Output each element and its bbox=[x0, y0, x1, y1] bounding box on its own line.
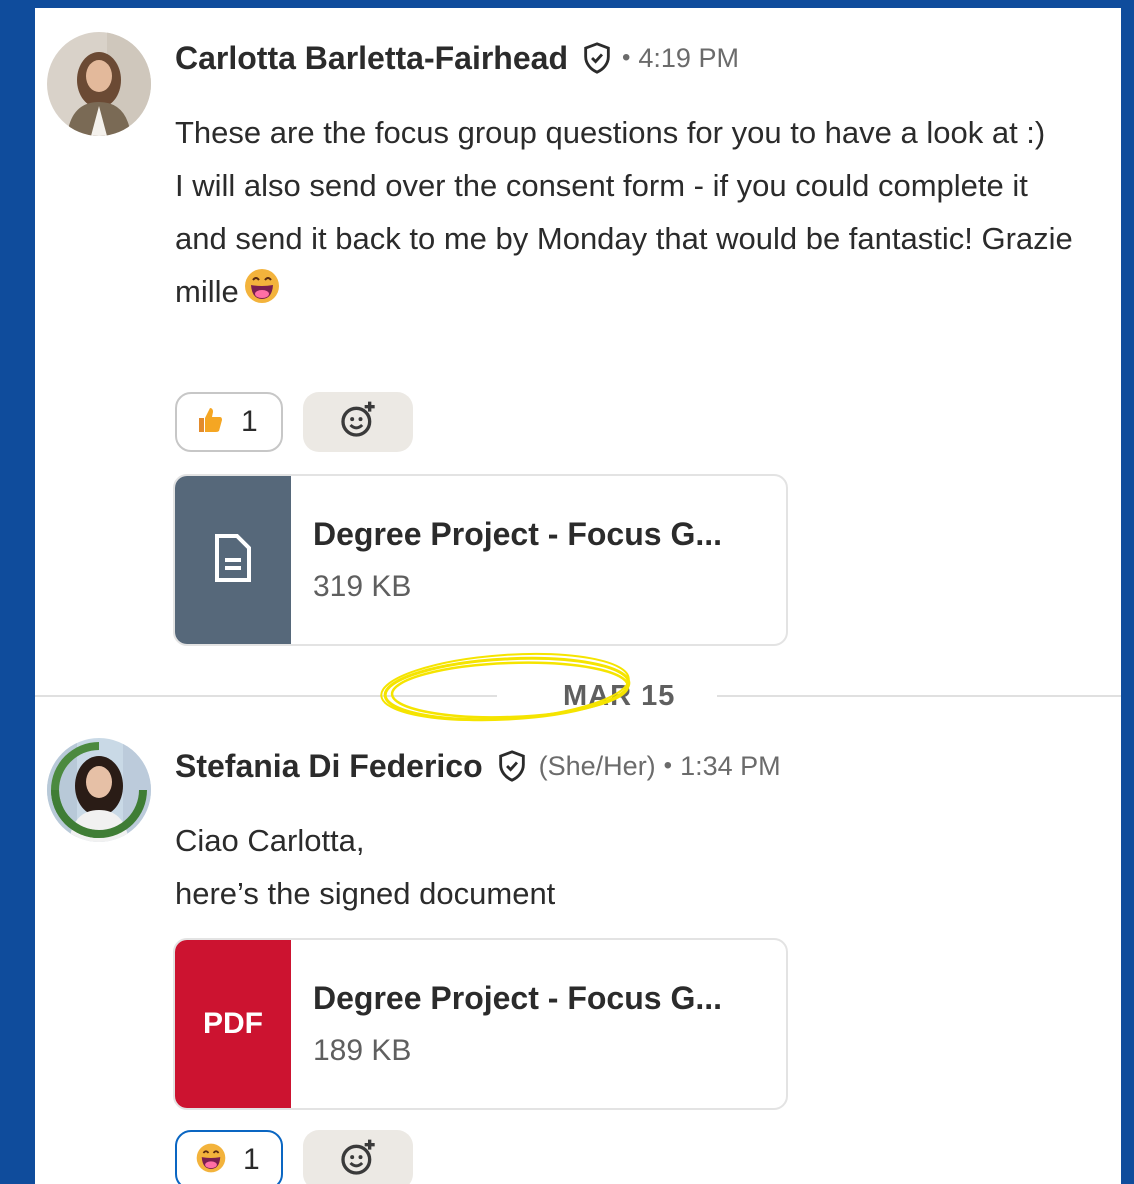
divider-line-right bbox=[717, 695, 1121, 697]
file-name: Degree Project - Focus G... bbox=[313, 980, 722, 1016]
grinning-face-emoji bbox=[195, 1142, 227, 1179]
message-paragraph: I will also send over the consent form -… bbox=[175, 159, 1075, 321]
add-reaction-button[interactable] bbox=[303, 1130, 413, 1184]
file-attachment-card[interactable]: PDF Degree Project - Focus G... 189 KB bbox=[173, 938, 788, 1110]
pdf-icon: PDF bbox=[203, 1007, 263, 1040]
document-icon bbox=[213, 533, 253, 587]
avatar-carlotta[interactable] bbox=[47, 32, 151, 136]
pronouns: (She/Her) bbox=[538, 750, 656, 781]
add-reaction-icon bbox=[338, 400, 378, 445]
message-time: 1:34 PM bbox=[680, 750, 781, 781]
separator-dot: • bbox=[621, 44, 631, 71]
reaction-grinning-face[interactable]: 1 bbox=[175, 1130, 283, 1184]
document-thumbnail bbox=[175, 476, 291, 644]
reaction-count: 1 bbox=[243, 1143, 260, 1176]
thumbs-up-emoji bbox=[195, 405, 225, 440]
message-paragraph: These are the focus group questions for … bbox=[175, 115, 1046, 150]
message-paragraph: Ciao Carlotta, bbox=[175, 823, 365, 858]
message-body: Ciao Carlotta, here’s the signed documen… bbox=[175, 814, 1075, 920]
separator-dot: • bbox=[663, 752, 673, 779]
message-paragraph: here’s the signed document bbox=[175, 876, 556, 911]
verified-shield-icon bbox=[580, 41, 614, 75]
grinning-face-emoji bbox=[243, 267, 281, 321]
author-name[interactable]: Stefania Di Federico bbox=[175, 748, 483, 785]
author-name[interactable]: Carlotta Barletta-Fairhead bbox=[175, 40, 568, 77]
verified-shield-icon bbox=[495, 749, 529, 783]
message-header: Carlotta Barletta-Fairhead • 4:19 PM bbox=[175, 38, 739, 78]
file-name: Degree Project - Focus G... bbox=[313, 516, 722, 552]
pdf-thumbnail: PDF bbox=[175, 940, 291, 1108]
file-size: 319 KB bbox=[313, 570, 412, 603]
add-reaction-button[interactable] bbox=[303, 392, 413, 452]
file-attachment-card[interactable]: Degree Project - Focus G... 319 KB bbox=[173, 474, 788, 646]
avatar-stefania[interactable] bbox=[47, 738, 151, 842]
message-body: These are the focus group questions for … bbox=[175, 106, 1075, 321]
reaction-thumbs-up[interactable]: 1 bbox=[175, 392, 283, 452]
divider-line-left bbox=[35, 695, 497, 697]
add-reaction-icon bbox=[338, 1138, 378, 1183]
date-divider-label: MAR 15 bbox=[563, 680, 676, 712]
messaging-thread: Carlotta Barletta-Fairhead • 4:19 PM The… bbox=[35, 8, 1121, 1184]
file-size: 189 KB bbox=[313, 1034, 412, 1067]
message-time: 4:19 PM bbox=[638, 42, 739, 73]
message-header: Stefania Di Federico (She/Her) • 1:34 PM bbox=[175, 746, 781, 786]
reaction-count: 1 bbox=[241, 405, 258, 438]
